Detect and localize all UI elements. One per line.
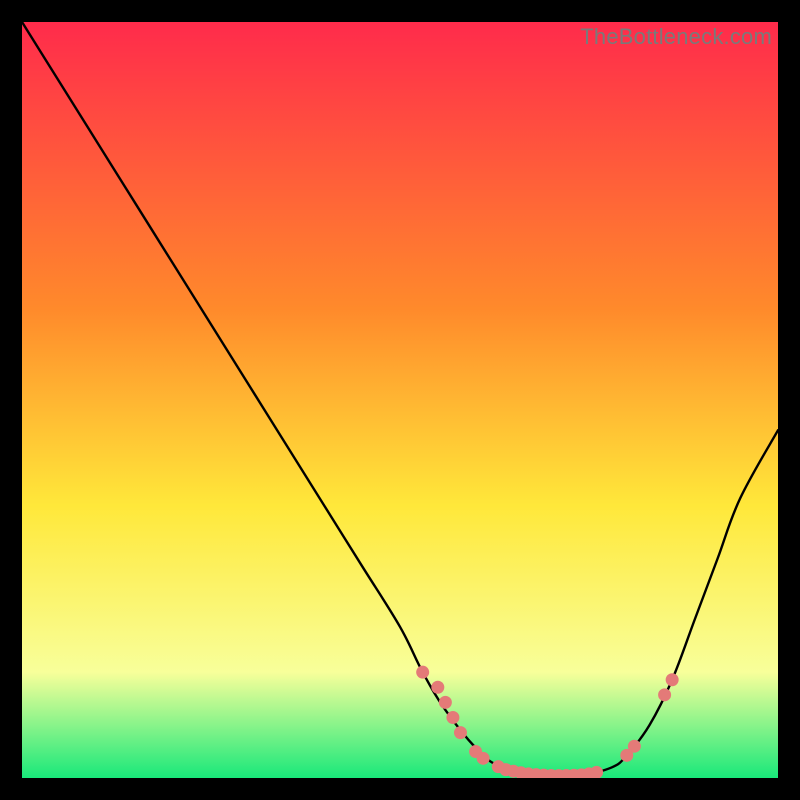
curve-dot — [439, 696, 452, 709]
chart-svg — [22, 22, 778, 778]
curve-dot — [477, 752, 490, 765]
curve-dot — [446, 711, 459, 724]
curve-dot — [431, 681, 444, 694]
chart-frame: TheBottleneck.com — [22, 22, 778, 778]
curve-dot — [454, 726, 467, 739]
curve-dot — [666, 673, 679, 686]
curve-dot — [416, 666, 429, 679]
watermark-text: TheBottleneck.com — [580, 24, 772, 50]
curve-dot — [628, 740, 641, 753]
curve-dot — [658, 688, 671, 701]
gradient-background — [22, 22, 778, 778]
